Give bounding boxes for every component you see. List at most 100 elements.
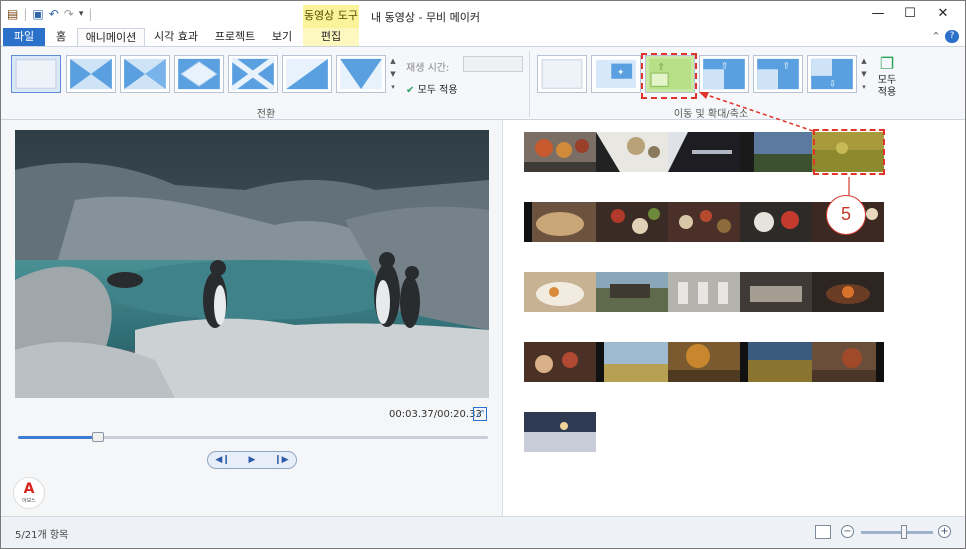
help-icon[interactable]: ? [945,30,959,43]
clip-thumbnail[interactable] [524,132,596,172]
transitions-gallery-scroll[interactable]: ▲ ▼ ▾ [389,55,397,95]
transition-none[interactable] [11,55,61,93]
transition-cross[interactable] [228,55,278,93]
transition-wipe-diagonal[interactable] [282,55,332,93]
clip-thumbnail[interactable] [668,202,740,242]
window-title: 내 동영상 - 무비 메이커 [371,11,481,24]
apply-all-stack-icon: ❐ [879,54,895,73]
transition-wedge[interactable] [336,55,386,93]
previous-frame-button[interactable]: ◀❙ [208,452,237,468]
status-bar: 5/21개 항목 − + [1,516,965,548]
clip-thumbnail[interactable] [524,412,596,452]
duration-label: 재생 시간: [406,63,450,74]
clip-thumbnail[interactable] [740,202,812,242]
storyboard-clip[interactable] [524,272,884,312]
collapse-ribbon-icon[interactable]: ⌃ [929,28,943,46]
tab-view[interactable]: 보기 [267,28,297,46]
svg-text:⇧: ⇧ [721,61,728,71]
maximize-button[interactable]: ☐ [895,6,925,21]
video-tools-context-label: 동영상 도구 [303,5,359,29]
tab-home[interactable]: 홈 [49,28,73,46]
duration-select[interactable] [463,56,523,72]
panzoom-zoom-right[interactable]: ⇧ [753,55,803,93]
seek-handle[interactable] [91,432,104,442]
panzoom-zoom-up[interactable]: ⇧ [699,55,749,93]
svg-text:✦: ✦ [617,68,624,78]
playback-controls: ◀❙ ▶ ❙▶ [207,451,297,469]
panzoom-zoom-down[interactable]: ⇩ [807,55,857,93]
svg-text:⇧: ⇧ [783,61,790,71]
storyboard-clip[interactable] [524,412,596,452]
fullscreen-button[interactable]: ⤢ [473,407,487,421]
seek-progress [18,436,98,439]
clip-thumbnail[interactable] [596,132,668,172]
clip-thumbnail[interactable] [812,342,884,382]
panzoom-none[interactable] [537,55,587,93]
app-icon[interactable]: ▤ [7,7,18,21]
timecode: 00:03.37/00:20.33 [389,409,482,420]
tab-animations[interactable]: 애니메이션 [77,28,145,47]
apply-all-panzoom-button[interactable]: ❐ 모두 적용 [873,53,901,99]
next-frame-button[interactable]: ❙▶ [267,452,296,468]
clip-thumbnail[interactable] [812,272,884,312]
clip-thumbnail[interactable] [740,132,812,172]
separator: | [88,7,93,21]
main-area: 00:03.37/00:20.33 ⤢ ◀❙ ▶ ❙▶ A 아보느 [1,120,965,516]
minimize-button[interactable]: — [863,6,893,21]
clip-thumbnail[interactable] [668,132,740,172]
zoom-slider-handle[interactable] [901,525,908,539]
storyboard-clip[interactable] [524,342,884,382]
panzoom-automatic[interactable]: ✦ [591,55,641,93]
clip-thumbnail[interactable] [596,342,668,382]
transition-crossfade[interactable] [66,55,116,93]
tab-edit[interactable]: 편집 [303,28,359,46]
apply-all-transitions-button[interactable]: ✔ 모두 적용 [406,81,458,96]
save-icon[interactable]: ▣ [32,7,43,21]
tab-file[interactable]: 파일 [3,28,45,46]
seek-bar[interactable] [18,432,488,442]
zoom-slider[interactable] [861,531,933,534]
thumbnail-size-icon[interactable] [815,525,831,539]
tab-visual-effects[interactable]: 시각 효과 [149,28,203,46]
quick-access-toolbar: ▤ | ▣ ↶ ↷ ▾ | [7,7,92,21]
title-bar: ▤ | ▣ ↶ ↷ ▾ | 동영상 도구 내 동영상 - 무비 메이커 — ☐ … [1,1,965,29]
clip-thumbnail[interactable] [668,342,740,382]
redo-icon[interactable]: ↷ [64,7,74,21]
annotation-highlight-clip [813,129,885,175]
svg-text:⇩: ⇩ [829,79,836,89]
close-button[interactable]: ✕ [928,6,958,21]
clip-thumbnail[interactable] [668,272,740,312]
ribbon-tabs: 파일 홈 애니메이션 시각 효과 프로젝트 보기 편집 ⌃ ? [1,28,965,47]
annotation-highlight-panzoom [641,53,697,99]
tab-project[interactable]: 프로젝트 [207,28,263,46]
preview-pane: 00:03.37/00:20.33 ⤢ ◀❙ ▶ ❙▶ A 아보느 [1,120,503,516]
play-button[interactable]: ▶ [237,452,266,468]
group-separator [529,51,530,117]
zoom-in-button[interactable]: + [938,525,951,538]
apply-all-icon: ✔ [406,85,415,96]
clip-thumbnail[interactable] [524,342,596,382]
clip-thumbnail[interactable] [524,202,596,242]
clip-thumbnail[interactable] [740,342,812,382]
movie-maker-window: ▤ | ▣ ↶ ↷ ▾ | 동영상 도구 내 동영상 - 무비 메이커 — ☐ … [0,0,966,549]
panzoom-group-label: 이동 및 확대/축소 [673,109,749,120]
clip-thumbnail[interactable] [740,272,812,312]
annotation-step-number: 5 [826,195,866,235]
clip-thumbnail[interactable] [596,202,668,242]
penguin-scene-image [15,130,489,398]
clip-thumbnail[interactable] [596,272,668,312]
publisher-logo: A 아보느 [13,477,45,509]
undo-icon[interactable]: ↶ [49,7,59,21]
transition-diagonal[interactable] [120,55,170,93]
storyboard-pane [504,120,965,516]
ribbon: ▲▼▾ 재생 시간: ✔ 모두 적용 전환 ✦ ⇧ ⇧ ⇧ ⇩ ▲▼▾ [1,46,965,120]
video-preview[interactable] [15,130,489,398]
clip-thumbnail[interactable] [524,272,596,312]
panzoom-gallery-scroll[interactable]: ▲ ▼ ▾ [860,55,868,95]
zoom-out-button[interactable]: − [841,525,854,538]
transition-diamond[interactable] [174,55,224,93]
separator: | [23,7,28,21]
transitions-group-label: 전환 [256,109,276,120]
item-count: 5/21개 항목 [15,530,69,541]
customize-dropdown-icon[interactable]: ▾ [79,7,84,21]
